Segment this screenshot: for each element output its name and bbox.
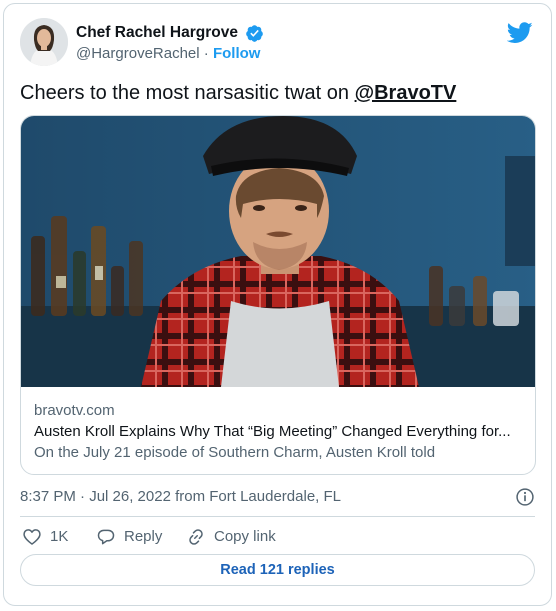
avatar[interactable] xyxy=(20,18,68,66)
verified-badge-icon xyxy=(246,24,264,42)
card-meta: bravotv.com Austen Kroll Explains Why Th… xyxy=(34,400,522,463)
tweet-body: Cheers to the most narsasitic twat on xyxy=(20,82,355,104)
twitter-bird-icon[interactable] xyxy=(507,22,533,44)
author-names: Chef Rachel Hargrove @HargroveRachel · F… xyxy=(76,23,264,64)
reply-button[interactable]: Reply xyxy=(96,524,162,550)
timestamp[interactable]: 8:37 PM · Jul 26, 2022 from Fort Lauderd… xyxy=(20,488,341,505)
like-count: 1K xyxy=(50,528,69,545)
info-icon[interactable] xyxy=(515,487,535,507)
copy-link-label: Copy link xyxy=(214,528,276,545)
tweet-header: Chef Rachel Hargrove @HargroveRachel · F… xyxy=(20,18,535,68)
display-name[interactable]: Chef Rachel Hargrove xyxy=(76,23,238,43)
article-image xyxy=(21,116,535,387)
follow-button[interactable]: Follow xyxy=(213,45,261,62)
like-button[interactable]: 1K xyxy=(22,524,68,550)
divider xyxy=(20,516,535,517)
reply-bubble-icon xyxy=(97,529,115,545)
separator: · xyxy=(203,45,209,62)
timestamp-row: 8:37 PM · Jul 26, 2022 from Fort Lauderd… xyxy=(20,485,535,509)
card-description: On the July 21 episode of Southern Charm… xyxy=(34,444,436,461)
action-bar: 1K Reply Copy link xyxy=(20,524,535,550)
tweet-text: Cheers to the most narsasitic twat on @B… xyxy=(20,80,540,106)
read-replies-button[interactable]: Read 121 replies xyxy=(20,554,535,586)
handle-row: @HargroveRachel · Follow xyxy=(76,44,264,64)
card-title: Austen Kroll Explains Why That “Big Meet… xyxy=(34,423,511,440)
reply-label: Reply xyxy=(124,528,163,545)
link-preview-card[interactable]: bravotv.com Austen Kroll Explains Why Th… xyxy=(20,115,536,475)
mention-link[interactable]: @BravoTV xyxy=(355,82,457,104)
copy-link-button[interactable]: Copy link xyxy=(186,524,276,550)
heart-icon xyxy=(23,529,41,545)
card-domain: bravotv.com xyxy=(34,402,115,419)
handle[interactable]: @HargroveRachel xyxy=(76,45,200,62)
embedded-tweet-card: Chef Rachel Hargrove @HargroveRachel · F… xyxy=(3,3,552,606)
link-icon xyxy=(189,529,203,545)
